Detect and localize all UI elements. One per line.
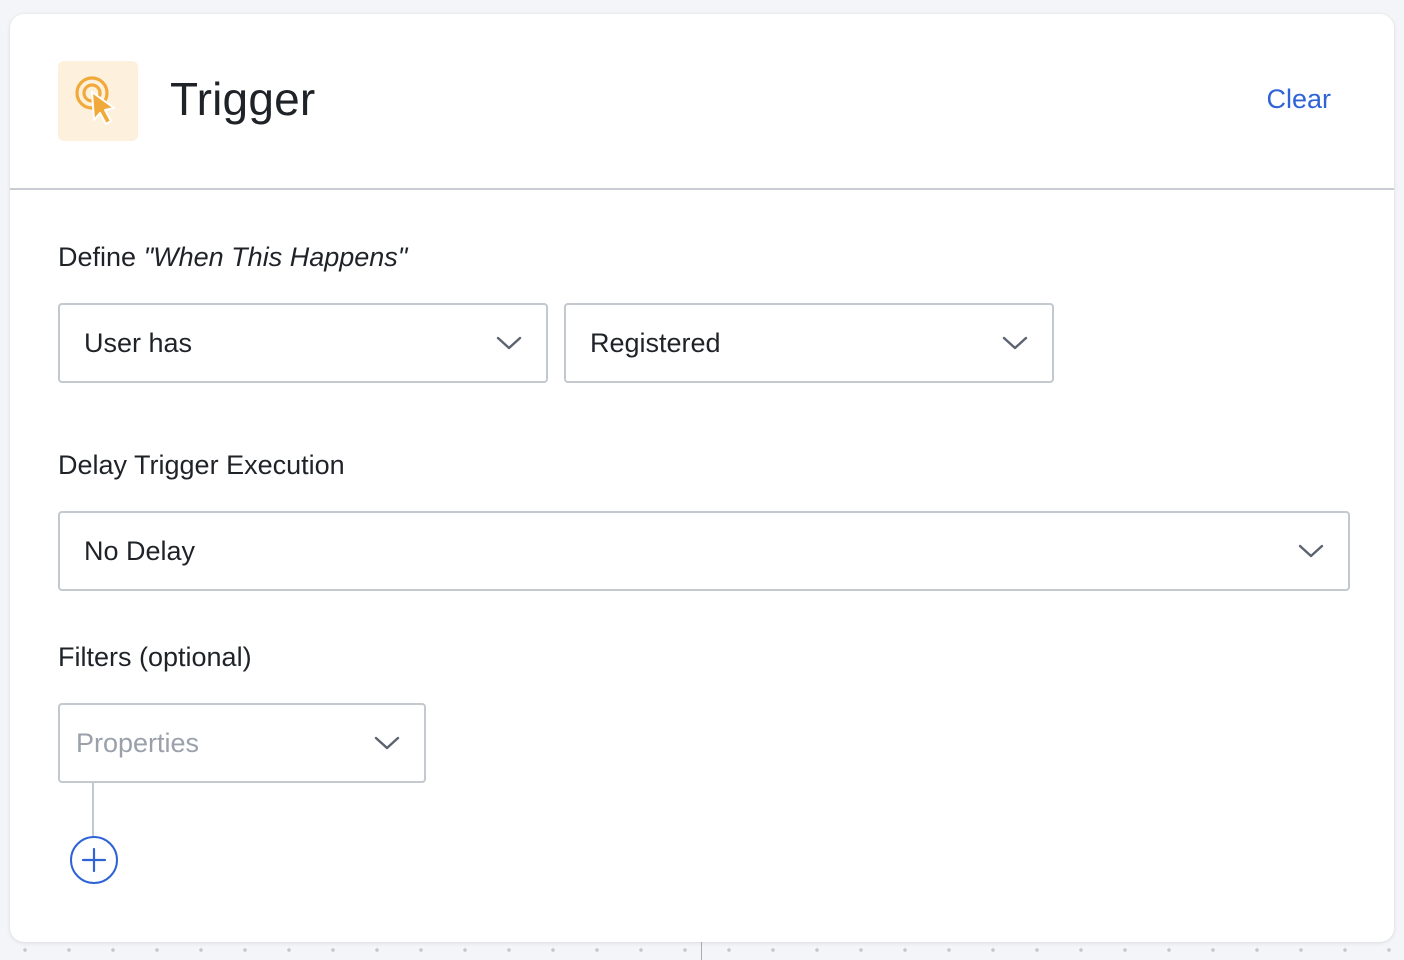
page-title: Trigger (170, 73, 316, 125)
clear-button[interactable]: Clear (1266, 84, 1331, 115)
event-select-value: Registered (590, 327, 721, 358)
chevron-down-icon (374, 735, 400, 751)
delay-select[interactable]: No Delay (58, 511, 1350, 591)
delay-select-value: No Delay (84, 535, 196, 566)
chevron-down-icon (1298, 543, 1324, 559)
plus-circle-icon (81, 847, 107, 873)
filters-label: Filters (optional) (58, 642, 252, 672)
trigger-card: Trigger Clear Define "When This Happens"… (10, 14, 1394, 942)
delay-label: Delay Trigger Execution (58, 450, 345, 480)
trigger-definition-label: Define "When This Happens" (58, 242, 407, 273)
properties-select-placeholder: Properties (76, 727, 200, 758)
subject-select-value: User has (84, 327, 193, 358)
pointer-click-icon (75, 76, 115, 125)
subject-select[interactable]: User has (58, 303, 548, 383)
add-filter-button[interactable] (70, 836, 118, 884)
label-prefix: Define (58, 242, 144, 272)
trigger-badge (58, 61, 138, 141)
label-emphasis: "When This Happens" (143, 242, 408, 272)
chevron-down-icon (1002, 335, 1028, 351)
filter-connector-line (92, 782, 94, 836)
card-header: Trigger Clear (10, 14, 1394, 190)
properties-select[interactable]: Properties (58, 703, 426, 783)
event-select[interactable]: Registered (564, 303, 1054, 383)
chevron-down-icon (496, 335, 522, 351)
canvas-background (0, 940, 1404, 960)
